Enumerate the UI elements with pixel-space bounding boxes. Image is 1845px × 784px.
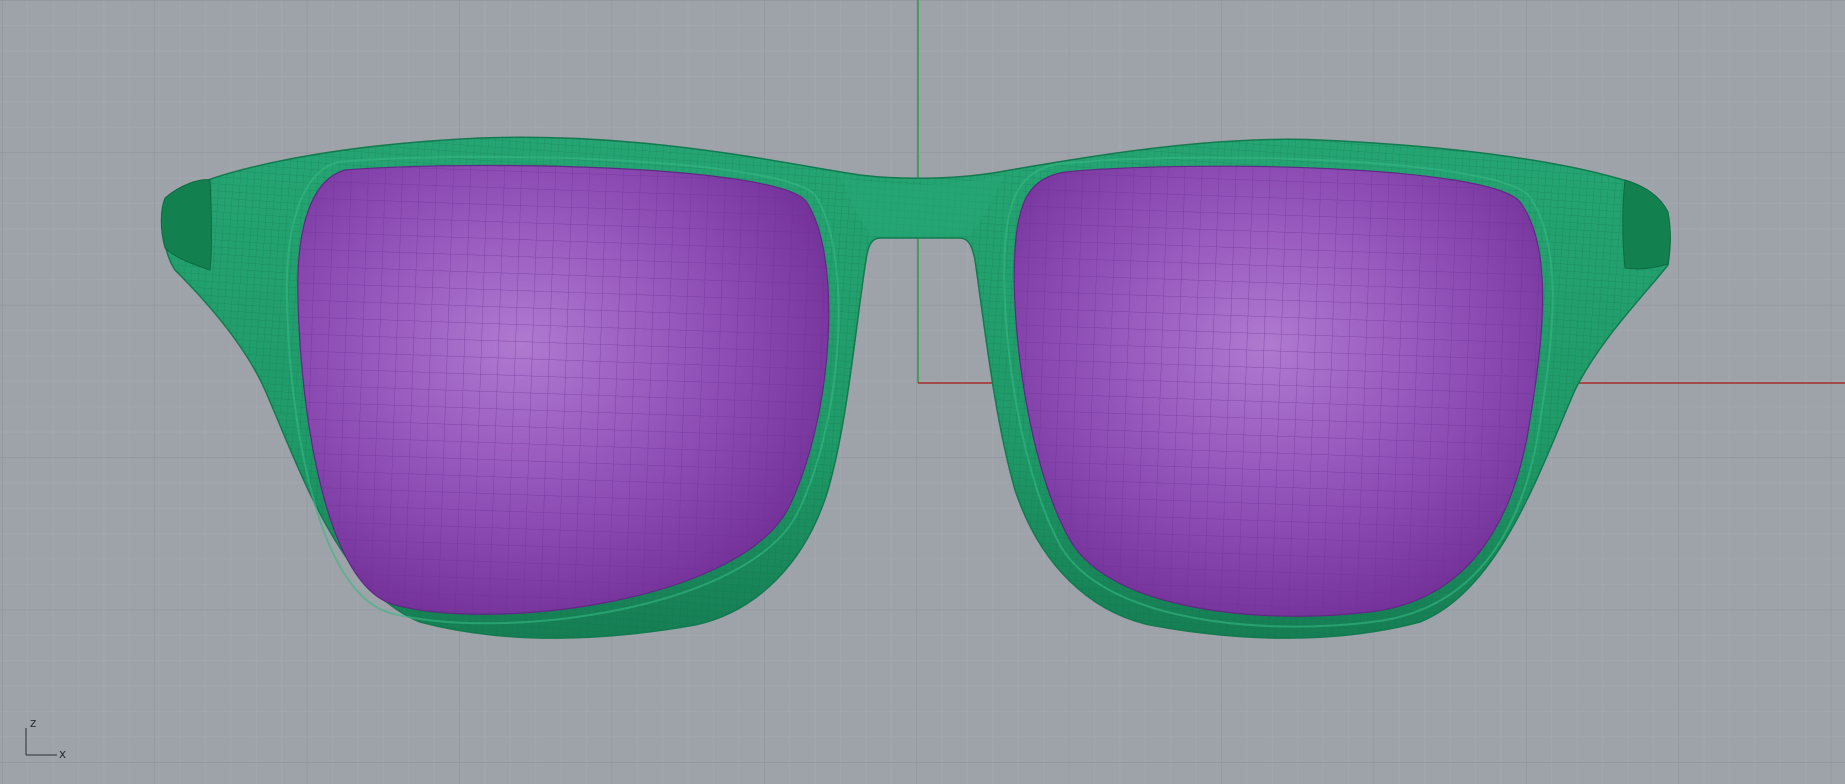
3d-viewport[interactable]: z x — [0, 0, 1845, 784]
viewport-scene[interactable]: z x — [0, 0, 1845, 784]
x-axis-label: x — [59, 747, 66, 761]
z-axis-label: z — [30, 716, 36, 730]
